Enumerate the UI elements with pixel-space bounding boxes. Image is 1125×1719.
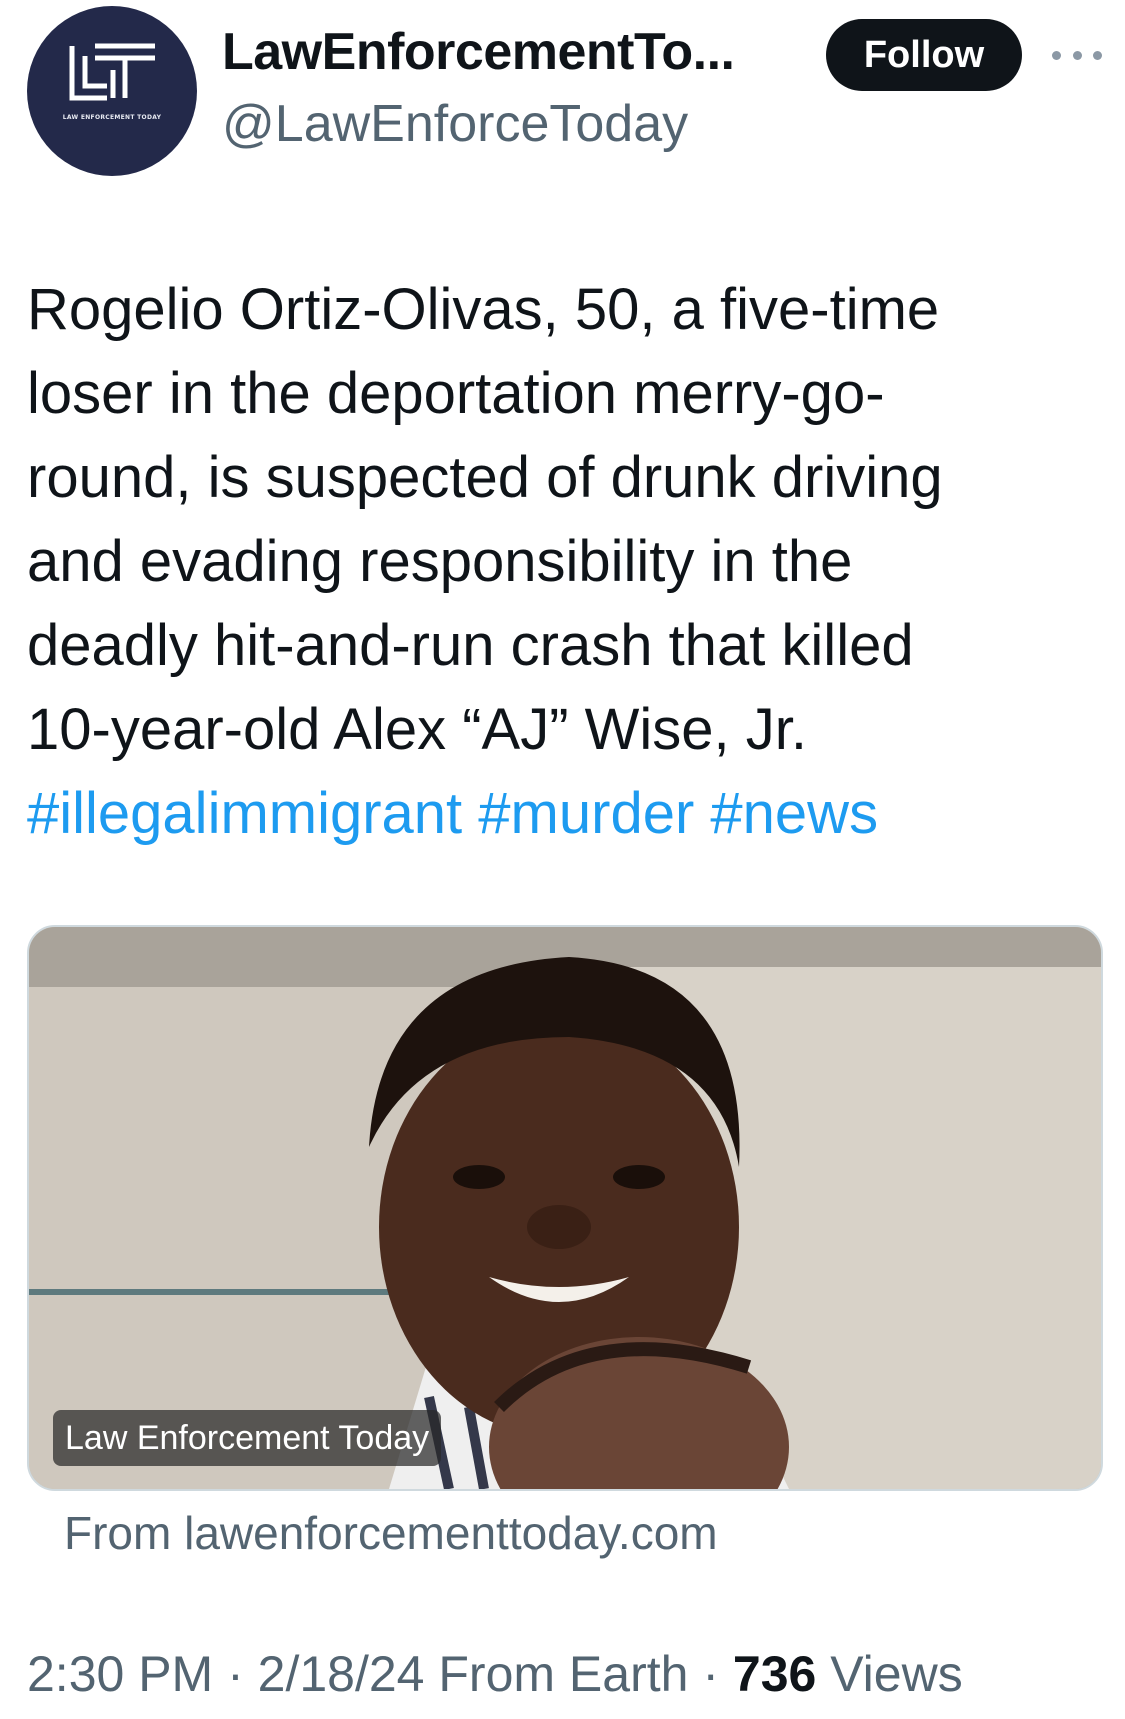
views-count[interactable]: 736 <box>733 1646 816 1702</box>
tweet-text: Rogelio Ortiz-Olivas, 50, a five-time lo… <box>27 268 1097 856</box>
hashtag-link[interactable]: #news <box>710 781 878 846</box>
card-source-link[interactable]: From lawenforcementtoday.com <box>64 1506 718 1560</box>
tweet-text-line: 10-year-old Alex “AJ” Wise, Jr. <box>27 697 807 762</box>
hashtag-link[interactable]: #murder <box>478 781 694 846</box>
tweet-text-line: loser in the deportation merry-go- <box>27 361 885 426</box>
more-dot <box>1072 50 1082 60</box>
tweet-location: From Earth <box>438 1646 689 1702</box>
hashtag-link[interactable]: #illegalimmigrant <box>27 781 462 846</box>
display-name[interactable]: LawEnforcementTo... <box>222 22 735 82</box>
link-card[interactable]: Law Enforcement Today <box>27 925 1103 1491</box>
tweet-text-line: Rogelio Ortiz-Olivas, 50, a five-time <box>27 277 940 342</box>
more-dot <box>1052 50 1061 60</box>
tweet-text-line: deadly hit-and-run crash that killed <box>27 613 914 678</box>
meta-separator: · <box>688 1646 733 1702</box>
card-source-label: Law Enforcement Today <box>53 1410 442 1466</box>
tweet-meta: 2:30 PM · 2/18/24 From Earth · 736 Views <box>27 1645 963 1703</box>
follow-button[interactable]: Follow <box>826 19 1022 91</box>
tweet-date[interactable]: 2/18/24 <box>258 1646 425 1702</box>
tweet-text-line: and evading responsibility in the <box>27 529 853 594</box>
more-dot <box>1093 50 1102 60</box>
user-handle[interactable]: @LawEnforceToday <box>222 94 688 154</box>
views-label[interactable]: Views <box>830 1646 962 1702</box>
tweet-header: LAW ENFORCEMENT TODAY LawEnforcementTo..… <box>0 0 1125 190</box>
hashtag-row: #illegalimmigrant #murder #news <box>27 772 1097 856</box>
tweet-text-line: round, is suspected of drunk driving <box>27 445 943 510</box>
tweet-time[interactable]: 2:30 PM <box>27 1646 213 1702</box>
more-options-icon[interactable] <box>1052 40 1102 70</box>
meta-separator: · <box>213 1646 258 1702</box>
let-logo-icon <box>69 43 155 101</box>
avatar-caption: LAW ENFORCEMENT TODAY <box>62 114 162 121</box>
article-photo <box>29 927 1101 1489</box>
avatar[interactable]: LAW ENFORCEMENT TODAY <box>27 6 197 176</box>
